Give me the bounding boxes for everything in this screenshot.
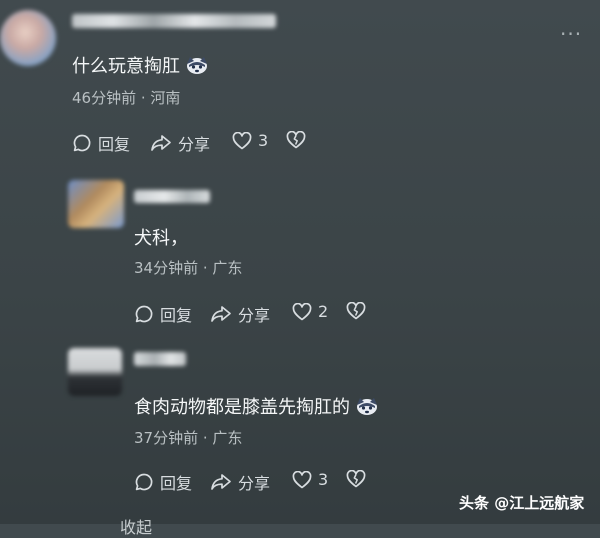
comment-text-content: 犬科，: [134, 228, 188, 249]
share-button[interactable]: 分享: [150, 131, 210, 155]
share-arrow-icon: [210, 472, 232, 492]
comment-text: 犬科，: [134, 224, 188, 250]
comment-meta: 34分钟前 · 广东: [134, 259, 243, 277]
share-label: 分享: [178, 135, 211, 154]
comment-bubble-icon: [134, 472, 154, 492]
reply-label: 回复: [160, 306, 193, 325]
watermark: 头条 @江上远航家: [459, 494, 585, 512]
heart-icon: [292, 302, 312, 321]
like-count: 2: [318, 302, 329, 321]
like-button[interactable]: 3: [292, 470, 328, 489]
dislike-button[interactable]: [346, 470, 366, 488]
heart-icon: [292, 470, 312, 489]
more-options-button[interactable]: ···: [560, 22, 582, 46]
reply-button[interactable]: 回复: [134, 302, 192, 326]
avatar[interactable]: [68, 180, 124, 228]
like-count: 3: [318, 470, 329, 489]
comment-meta: 46分钟前 · 河南: [72, 89, 181, 107]
reply-label: 回复: [160, 474, 193, 493]
like-button[interactable]: 3: [232, 131, 268, 150]
like-count: 3: [258, 131, 269, 150]
comment-text: 食肉动物都是膝盖先掏肛的: [134, 393, 378, 421]
share-button[interactable]: 分享: [210, 470, 270, 494]
reply-button[interactable]: 回复: [72, 131, 130, 155]
share-button[interactable]: 分享: [210, 302, 270, 326]
share-arrow-icon: [210, 304, 232, 324]
avatar[interactable]: [68, 348, 122, 396]
husky-emoji-icon: [186, 55, 208, 80]
comment-meta: 37分钟前 · 广东: [134, 429, 243, 447]
comment-text-content: 什么玩意掏肛: [72, 56, 180, 77]
collapse-link[interactable]: 收起: [120, 514, 152, 538]
broken-heart-icon: [346, 470, 366, 488]
share-arrow-icon: [150, 133, 172, 153]
username-blurred: [72, 14, 276, 28]
comment-bubble-icon: [72, 133, 92, 153]
avatar[interactable]: [0, 10, 56, 66]
dislike-button[interactable]: [286, 131, 306, 149]
username-blurred: [134, 190, 210, 203]
comment-text-content: 食肉动物都是膝盖先掏肛的: [134, 397, 350, 418]
broken-heart-icon: [286, 131, 306, 149]
username-blurred: [134, 352, 186, 366]
heart-icon: [232, 131, 252, 150]
like-button[interactable]: 2: [292, 302, 328, 321]
share-label: 分享: [238, 306, 271, 325]
broken-heart-icon: [346, 302, 366, 320]
comment-text: 什么玩意掏肛: [72, 52, 208, 80]
dislike-button[interactable]: [346, 302, 366, 320]
husky-emoji-icon: [356, 396, 378, 421]
share-label: 分享: [238, 474, 271, 493]
reply-button[interactable]: 回复: [134, 470, 192, 494]
reply-label: 回复: [98, 135, 131, 154]
comment-bubble-icon: [134, 304, 154, 324]
